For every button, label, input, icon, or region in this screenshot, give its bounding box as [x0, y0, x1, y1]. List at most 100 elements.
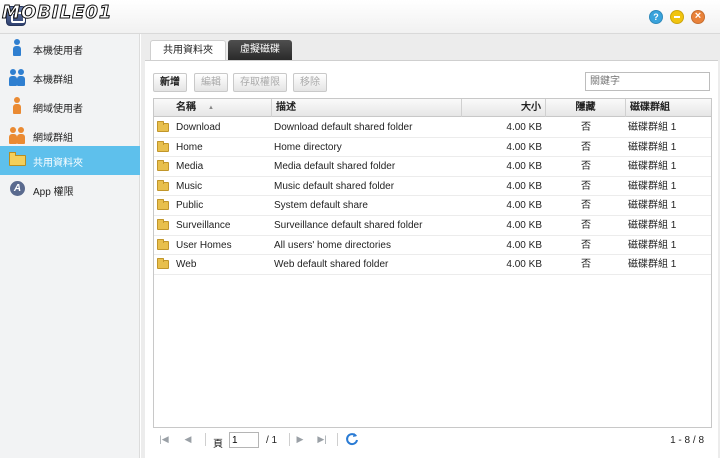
folder-hidden: 否: [581, 239, 591, 251]
column-header-size[interactable]: 大小: [462, 99, 546, 117]
edit-button[interactable]: 編輯: [194, 73, 228, 92]
folder-volume: 磁碟群組 1: [628, 122, 677, 133]
table-header: 名稱 ▲ 描述 大小 隱藏 磁碟群組: [154, 99, 711, 117]
folder-description: Media default shared folder: [274, 161, 396, 173]
folder-hidden: 否: [581, 259, 591, 271]
last-page-icon[interactable]: ▶|: [317, 434, 327, 444]
folder-name: Home: [176, 141, 203, 153]
folder-hidden: 否: [581, 220, 591, 231]
folder-size: 4.00 KB: [506, 259, 542, 271]
folder-icon: [157, 179, 169, 191]
table-row[interactable]: Download Download default shared folder 4.…: [154, 118, 711, 138]
folder-name: Public: [176, 200, 204, 212]
search-input[interactable]: [585, 72, 710, 91]
folder-size: 4.00 KB: [506, 141, 542, 153]
folder-volume: 磁碟群組 1: [628, 220, 677, 231]
folder-description: System default share: [274, 200, 368, 212]
folder-icon: [157, 121, 169, 132]
column-header-name[interactable]: 名稱 ▲: [154, 99, 272, 117]
refresh-icon[interactable]: [345, 432, 359, 446]
folder-name: Surveillance: [176, 220, 231, 231]
table-row[interactable]: Surveillance Surveillance default shared …: [154, 216, 711, 236]
folder-icon: [157, 199, 169, 211]
column-header-hidden[interactable]: 隱藏: [546, 99, 626, 117]
table-row[interactable]: Music Music default shared folder 4.00 KB 否…: [154, 177, 711, 197]
tab-shared-folders[interactable]: 共用資料夾: [150, 40, 226, 61]
folder-volume: 磁碟群組 1: [628, 141, 677, 153]
previous-page-icon[interactable]: ◀: [183, 434, 193, 444]
pager-divider: [205, 433, 206, 446]
page-number-input[interactable]: [229, 432, 259, 448]
folder-size: 4.00 KB: [506, 220, 542, 231]
folder-volume: 磁碟群組 1: [628, 239, 677, 251]
sidebar-item-local-users[interactable]: 本機使用者: [0, 34, 140, 63]
app-permission-icon: A: [9, 179, 27, 199]
folder-icon: [157, 258, 169, 270]
sidebar-item-label: App 權限: [33, 187, 74, 198]
sidebar-item-label: 網域使用者: [33, 104, 83, 115]
folder-size: 4.00 KB: [506, 239, 542, 251]
folder-volume: 磁碟群組 1: [628, 161, 677, 173]
sidebar-item-local-groups[interactable]: 本機群組: [0, 63, 140, 92]
sidebar-item-label: 網域群組: [33, 133, 73, 144]
folder-size: 4.00 KB: [506, 122, 542, 133]
folder-description: Web default shared folder: [274, 259, 389, 271]
sidebar-item-label: 本機使用者: [33, 46, 83, 57]
sidebar-item-app-permission[interactable]: A App 權限: [0, 175, 140, 204]
folder-size: 4.00 KB: [506, 180, 542, 192]
mobile01-watermark-logo: MOBILE01: [1, 2, 113, 24]
table-row[interactable]: Home Home directory 4.00 KB 否 磁碟群組 1: [154, 138, 711, 158]
folder-name: Media: [176, 161, 204, 173]
shared-folder-icon: [9, 150, 27, 170]
local-group-icon: [9, 67, 27, 87]
folder-name: Music: [176, 180, 203, 192]
folder-description: Download default shared folder: [274, 122, 413, 133]
folder-description: Music default shared folder: [274, 180, 395, 192]
folder-icon: [157, 219, 169, 230]
help-icon[interactable]: [649, 10, 663, 24]
pagination-bar: |◀ ◀ 頁 / 1 ▶ ▶| 1 - 8 / 8: [153, 428, 712, 452]
folder-hidden: 否: [581, 180, 591, 192]
pager-divider: [289, 433, 290, 446]
title-bar: MOBILE01: [0, 0, 720, 34]
column-header-label: 名稱: [176, 102, 196, 113]
column-header-description[interactable]: 描述: [272, 99, 462, 117]
folder-size: 4.00 KB: [506, 161, 542, 173]
create-button[interactable]: 新增: [153, 73, 187, 92]
sidebar-item-shared-folders[interactable]: 共用資料夾: [0, 146, 140, 175]
folder-description: Home directory: [274, 141, 342, 153]
shared-folder-table: 名稱 ▲ 描述 大小 隱藏 磁碟群組 Download Download defau…: [153, 98, 712, 428]
table-row[interactable]: Public System default share 4.00 KB 否 磁碟群組 1: [154, 196, 711, 216]
sidebar-item-label: 本機群組: [33, 75, 73, 86]
pager-range: 1 - 8 / 8: [670, 435, 704, 446]
folder-name: Download: [176, 122, 221, 133]
sort-ascending-icon: ▲: [208, 105, 214, 111]
page-label: 頁: [213, 439, 223, 450]
column-header-volume[interactable]: 磁碟群組: [626, 99, 711, 117]
sidebar-item-label: 共用資料夾: [33, 158, 83, 169]
first-page-icon[interactable]: |◀: [159, 434, 169, 444]
folder-volume: 磁碟群組 1: [628, 180, 677, 192]
pager-divider: [337, 433, 338, 446]
access-permission-button[interactable]: 存取權限: [233, 73, 287, 92]
folder-hidden: 否: [581, 122, 591, 133]
folder-volume: 磁碟群組 1: [628, 200, 677, 212]
total-pages: / 1: [266, 435, 278, 446]
folder-name: Web: [176, 259, 197, 271]
folder-description: Surveillance default shared folder: [274, 220, 423, 231]
table-row[interactable]: Web Web default shared folder 4.00 KB 否 磁碟群組…: [154, 255, 711, 275]
table-row[interactable]: User Homes All users' home directories 4.0…: [154, 236, 711, 256]
table-row[interactable]: Media Media default shared folder 4.00 KB 否…: [154, 157, 711, 177]
tab-virtual-disks[interactable]: 虛擬磁碟: [228, 40, 292, 60]
folder-name: User Homes: [176, 239, 232, 251]
folder-hidden: 否: [581, 161, 591, 173]
remove-button[interactable]: 移除: [293, 73, 327, 92]
folder-size: 4.00 KB: [506, 200, 542, 212]
close-icon[interactable]: [691, 10, 705, 24]
minimize-icon[interactable]: [670, 10, 684, 24]
domain-group-icon: [9, 125, 27, 145]
folder-icon: [157, 140, 169, 152]
sidebar: 本機使用者 本機群組 網域使用者 網域群組 共用資料夾 A App 權限: [0, 34, 140, 458]
next-page-icon[interactable]: ▶: [295, 434, 305, 444]
sidebar-item-domain-users[interactable]: 網域使用者: [0, 92, 140, 121]
